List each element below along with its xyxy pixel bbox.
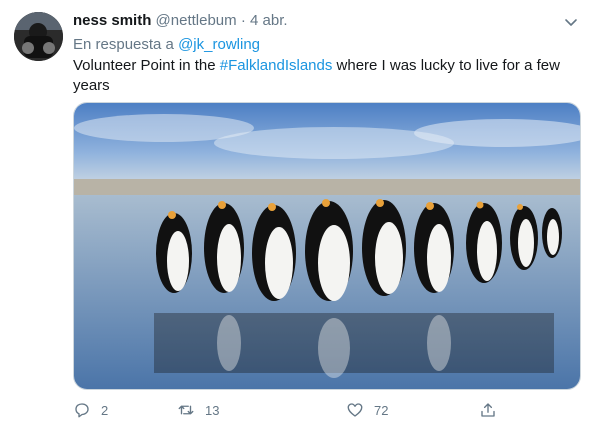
reply-count: 2 bbox=[101, 402, 109, 418]
caret-down-icon[interactable] bbox=[561, 12, 581, 32]
author-name[interactable]: ness smith bbox=[73, 12, 151, 29]
hashtag-link[interactable]: #FalklandIslands bbox=[220, 57, 333, 74]
share-icon bbox=[481, 403, 495, 417]
reply-context: En respuesta a @jk_rowling bbox=[73, 36, 260, 53]
tweet-text-before: Volunteer Point in the bbox=[73, 57, 220, 74]
like-icon bbox=[347, 403, 363, 417]
author-handle[interactable]: @nettlebum bbox=[156, 12, 237, 29]
tweet-actions: 2 13 72 bbox=[73, 398, 513, 422]
reply-button[interactable]: 2 bbox=[73, 398, 108, 422]
share-button[interactable] bbox=[479, 398, 507, 422]
retweet-count: 13 bbox=[205, 402, 220, 418]
like-button[interactable]: 72 bbox=[346, 398, 388, 422]
tweet-date[interactable]: 4 abr. bbox=[250, 12, 288, 29]
retweet-button[interactable]: 13 bbox=[177, 398, 219, 422]
separator-dot: · bbox=[240, 12, 246, 29]
reply-icon bbox=[75, 403, 89, 418]
like-count: 72 bbox=[374, 402, 389, 418]
tweet-photo[interactable] bbox=[73, 102, 581, 390]
retweet-icon bbox=[178, 405, 194, 415]
reply-mention-link[interactable]: @jk_rowling bbox=[178, 36, 260, 53]
tweet-text: Volunteer Point in the #FalklandIslands … bbox=[73, 56, 573, 96]
reply-prefix: En respuesta a bbox=[73, 36, 174, 53]
tweet-header: ness smith @nettlebum · 4 abr. bbox=[73, 12, 557, 32]
tweet[interactable]: ness smith @nettlebum · 4 abr. En respue… bbox=[0, 0, 597, 430]
avatar[interactable] bbox=[14, 12, 63, 61]
